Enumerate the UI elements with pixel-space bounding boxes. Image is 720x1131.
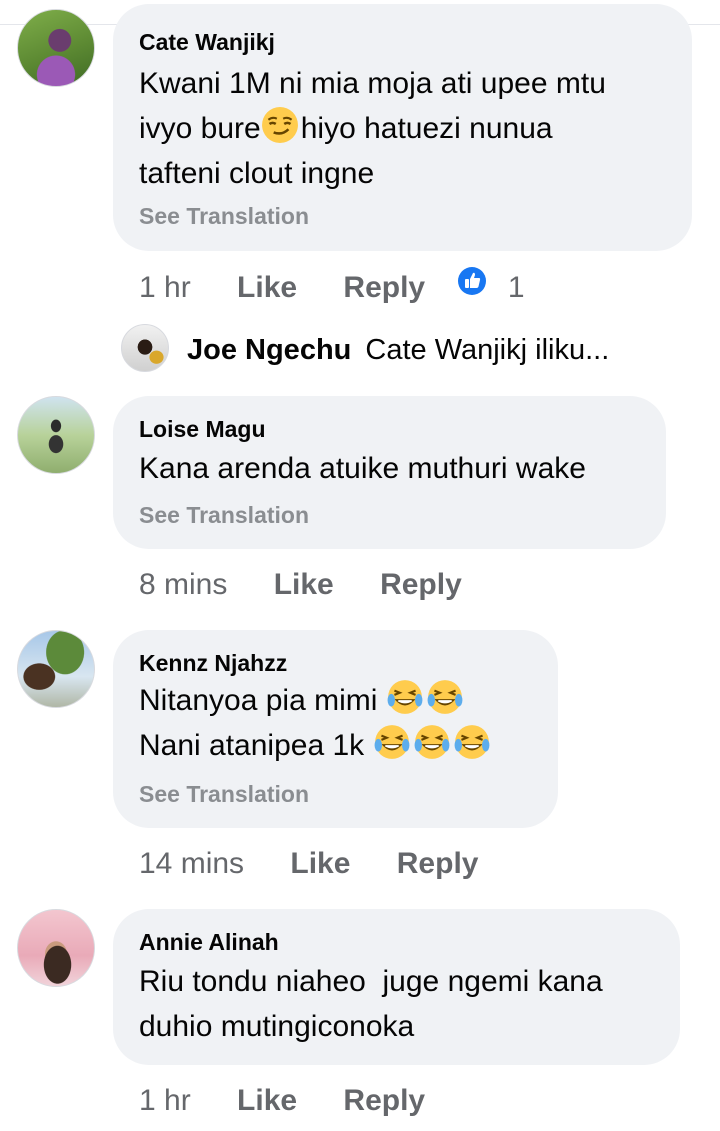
reply-button[interactable]: Reply [343,1081,425,1121]
comment-author[interactable]: Loise Magu [139,416,266,443]
reply-button[interactable]: Reply [380,565,462,605]
see-translation-link[interactable]: See Translation [139,502,309,529]
comment-line-part: hiyo hatuezi nunua [300,112,553,145]
comment-timestamp: 1 hr [139,1084,191,1118]
comment-author[interactable]: Cate Wanjikj [139,29,275,56]
laughing-tears-emoji-icon [387,680,423,714]
comment-line-with-emoji: Nani atanipea 1k [139,723,493,768]
comment-timestamp: 14 mins [139,847,245,881]
comment-author[interactable]: Annie Alinah [139,929,279,956]
comment-bubble: Kennz Njahzz Nitanyoa pia mimi Nani atan… [113,630,558,828]
like-button[interactable]: Like [290,844,350,884]
reaction-count[interactable]: 1 [508,268,525,308]
like-button[interactable]: Like [237,268,297,308]
see-translation-link[interactable]: See Translation [139,781,309,808]
comment-line-with-emoji: Nitanyoa pia mimi [139,678,493,723]
avatar-loise-magu[interactable] [17,396,95,474]
comment-actions: 1 hr Like Reply [139,1080,463,1120]
comment-line-with-emoji: ivyo bure hiyo hatuezi nunua [139,106,606,151]
comment-line-part: Nani atanipea 1k [139,729,365,762]
comment-timestamp: 8 mins [139,568,228,602]
laughing-tears-emoji-icon [414,725,449,759]
comment-text: Kana arenda atuike muthuri wake [139,446,586,491]
avatar-joe-ngechu[interactable] [121,324,169,372]
comment-actions: 14 mins Like Reply [139,843,516,883]
comment-bubble: Annie Alinah Riu tondu niaheo juge ngemi… [113,909,680,1065]
comment-text: Nitanyoa pia mimi Nani atanipea 1k [139,678,493,768]
comment-text: Riu tondu niaheo juge ngemi kana duhio m… [139,959,603,1049]
comment-bubble: Cate Wanjikj Kwani 1M ni mia moja ati up… [113,4,692,251]
comment-line: tafteni clout ingne [139,157,375,190]
reply-author[interactable]: Joe Ngechu [187,334,351,366]
comment-line-part: ivyo bure [139,112,261,145]
reply-preview[interactable]: Joe Ngechu Cate Wanjikj iliku... [187,330,609,370]
reply-snippet: Cate Wanjikj iliku... [365,334,610,366]
laughing-tears-emoji-icon [427,680,463,714]
comment-line: Riu tondu niaheo juge ngemi kana [139,965,603,998]
comment-line: Kana arenda atuike muthuri wake [139,452,586,485]
see-translation-link[interactable]: See Translation [139,203,309,230]
comment-author[interactable]: Kennz Njahzz [139,650,287,677]
smirk-emoji-icon [261,107,298,143]
reply-button[interactable]: Reply [343,268,425,308]
comment-actions: 8 mins Like Reply [139,564,500,604]
laughing-tears-emoji-icon [454,725,489,759]
comment-bubble: Loise Magu Kana arenda atuike muthuri wa… [113,396,666,549]
avatar-cate-wanjikj[interactable] [17,9,95,87]
like-reaction-icon[interactable] [457,266,487,296]
comment-line: duhio mutingiconoka [139,1010,415,1043]
avatar-annie-alinah[interactable] [17,909,95,987]
like-button[interactable]: Like [274,565,334,605]
comment-line-part: Nitanyoa pia mimi [139,684,378,717]
like-button[interactable]: Like [237,1081,297,1121]
avatar-kennz-njahzz[interactable] [17,630,95,708]
reply-button[interactable]: Reply [397,844,479,884]
comment-actions: 1 hr Like Reply 1 [139,266,525,306]
comment-text: Kwani 1M ni mia moja ati upee mtu ivyo b… [139,61,606,196]
comment-line: Kwani 1M ni mia moja ati upee mtu [139,67,606,100]
laughing-tears-emoji-icon [374,725,409,759]
comment-timestamp: 1 hr [139,271,191,305]
